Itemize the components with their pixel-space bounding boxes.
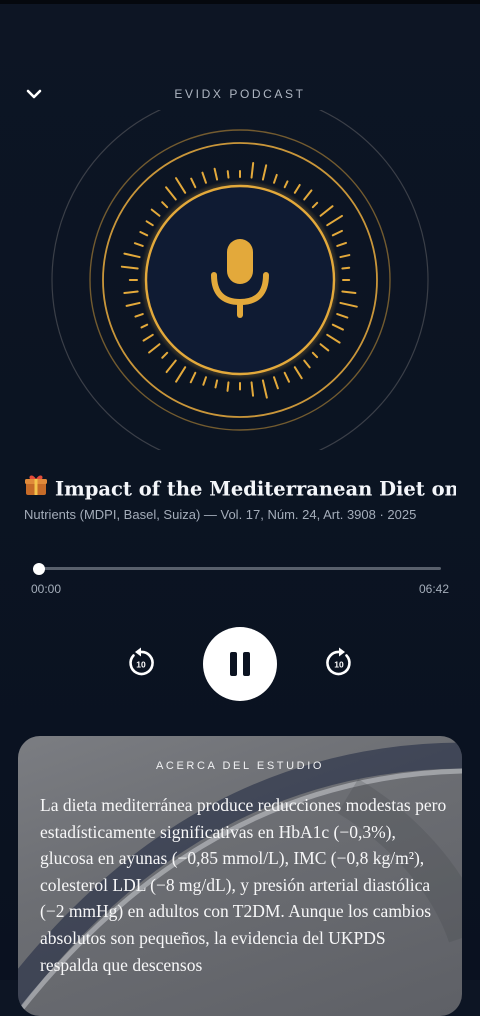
- waveform-tick: [326, 333, 341, 344]
- episode-source: Nutrients (MDPI, Basel, Suiza) — Vol. 17…: [24, 507, 417, 522]
- waveform-tick: [303, 189, 313, 201]
- waveform-tick: [339, 301, 358, 308]
- gift-icon: [25, 475, 47, 495]
- card-label: ACERCA DEL ESTUDIO: [155, 760, 325, 772]
- waveform-tick: [139, 230, 149, 237]
- waveform-tick: [331, 229, 343, 237]
- waveform-tick: [226, 381, 230, 392]
- current-time: 00:00: [31, 582, 62, 596]
- waveform-tick: [148, 343, 161, 354]
- waveform-tick: [311, 351, 319, 359]
- svg-text:10: 10: [334, 660, 344, 670]
- waveform-tick: [319, 343, 330, 352]
- waveform-tick: [339, 254, 351, 259]
- podcast-artwork: [51, 110, 429, 450]
- forward-10-button[interactable]: 10: [322, 646, 356, 680]
- pause-icon: [230, 652, 237, 676]
- progress-slider[interactable]: [31, 560, 449, 576]
- waveform-tick: [341, 266, 351, 270]
- waveform-tick: [336, 313, 349, 319]
- progress-track: [39, 567, 441, 570]
- waveform-tick: [134, 313, 144, 318]
- waveform-tick: [261, 164, 268, 181]
- waveform-tick: [250, 161, 255, 179]
- episode-title-row: Impact of the Mediterranean Diet on Glyc…: [24, 472, 456, 502]
- waveform-tick: [150, 208, 161, 217]
- waveform-tick: [123, 290, 139, 295]
- waveform-tick: [273, 376, 279, 390]
- waveform-tick: [336, 241, 347, 247]
- waveform-tick: [161, 201, 169, 209]
- waveform-tick: [261, 379, 268, 399]
- rewind-10-icon: 10: [129, 647, 154, 676]
- waveform-tick: [226, 170, 230, 179]
- waveform-tick: [213, 167, 219, 181]
- waveform-tick: [273, 173, 278, 184]
- total-time: 06:42: [418, 582, 449, 596]
- waveform-tick: [283, 180, 289, 189]
- waveform-tick: [283, 371, 290, 383]
- waveform-tick: [165, 359, 177, 374]
- status-bar: [0, 0, 480, 4]
- app-title: EVIDX PODCAST: [174, 87, 306, 101]
- waveform-tick: [303, 359, 311, 369]
- rewind-10-button[interactable]: 10: [124, 646, 158, 680]
- top-bar: EVIDX PODCAST: [0, 82, 480, 108]
- waveform-tick: [319, 205, 334, 217]
- pause-button[interactable]: [203, 627, 277, 701]
- svg-text:10: 10: [136, 660, 146, 670]
- progress-knob[interactable]: [33, 563, 45, 575]
- waveform-tick: [201, 171, 207, 184]
- waveform-tick: [133, 242, 144, 247]
- about-study-card[interactable]: ACERCA DEL ESTUDIO La dieta mediterránea…: [18, 736, 462, 1016]
- waveform-tick: [202, 376, 207, 386]
- waveform-tick: [190, 177, 197, 189]
- waveform-tick: [123, 252, 141, 259]
- waveform-tick: [165, 186, 177, 201]
- waveform-tick: [189, 371, 197, 384]
- forward-10-icon: 10: [326, 647, 351, 676]
- waveform-tick: [145, 220, 154, 227]
- waveform-tick: [175, 366, 187, 383]
- waveform-tick: [250, 381, 255, 397]
- episode-title: Impact of the Mediterranean Diet on Glyc…: [55, 477, 456, 501]
- waveform-tick: [293, 183, 301, 194]
- waveform-tick: [125, 301, 141, 307]
- waveform-tick: [214, 379, 219, 389]
- waveform-tick: [311, 201, 319, 209]
- waveform-tick: [341, 290, 357, 295]
- waveform-tick: [331, 323, 344, 331]
- waveform-tick: [326, 214, 343, 227]
- waveform-tick: [120, 265, 139, 270]
- waveform-tick: [293, 366, 303, 380]
- card-description: La dieta mediterránea produce reduccione…: [40, 795, 447, 975]
- waveform-tick: [140, 323, 149, 329]
- pause-icon-bar: [243, 652, 250, 676]
- waveform-tick: [175, 177, 187, 194]
- waveform-tick: [142, 333, 154, 342]
- waveform-tick: [161, 351, 169, 359]
